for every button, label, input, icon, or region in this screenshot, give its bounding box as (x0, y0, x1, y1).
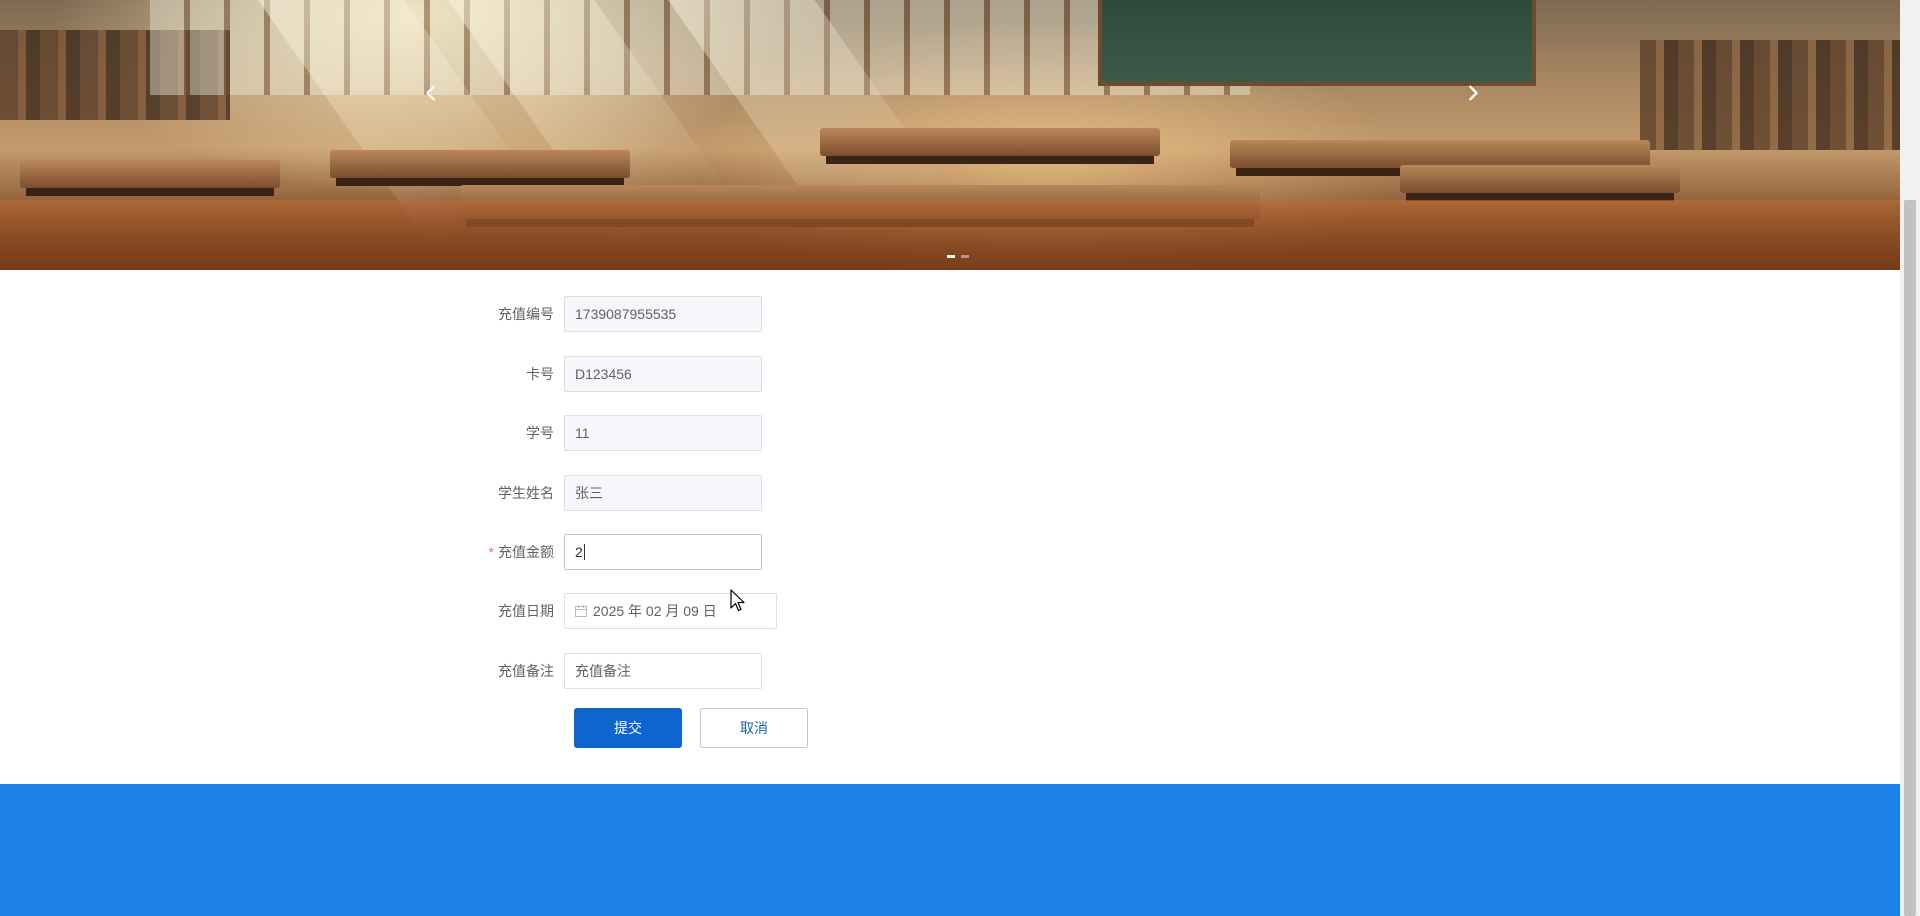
recharge-amount-input[interactable]: 2 (564, 534, 762, 570)
recharge-form: 充值编号 1739087955535 卡号 D123456 学号 11 学生姓名… (0, 270, 1900, 784)
page-footer (0, 784, 1900, 916)
cancel-button[interactable]: 取消 (700, 708, 808, 748)
card-number-input[interactable]: D123456 (564, 356, 762, 392)
mouse-cursor-icon (730, 589, 745, 612)
carousel-indicator-1[interactable] (947, 255, 955, 258)
card-number-label: 卡号 (526, 366, 554, 382)
carousel-prev-button[interactable] (416, 78, 446, 108)
form-row-recharge-amount: * 充值金额 2 (480, 534, 762, 570)
banner-desk (330, 150, 630, 178)
recharge-note-label: 充值备注 (498, 663, 554, 679)
card-number-value: D123456 (575, 366, 632, 382)
form-row-card-number: 卡号 D123456 (480, 356, 762, 392)
student-id-label: 学号 (526, 425, 554, 441)
submit-button[interactable]: 提交 (574, 708, 682, 748)
form-row-student-id: 学号 11 (480, 415, 762, 451)
recharge-date-value: 2025 年 02 月 09 日 (593, 603, 717, 619)
recharge-date-label: 充值日期 (498, 603, 554, 619)
recharge-note-input[interactable]: 充值备注 (564, 653, 762, 689)
banner-desk (20, 160, 280, 188)
recharge-amount-label-text: 充值金额 (498, 544, 554, 560)
form-row-recharge-id: 充值编号 1739087955535 (480, 296, 762, 332)
required-asterisk: * (488, 544, 494, 560)
banner-floor (0, 200, 1900, 270)
chevron-right-icon (1469, 85, 1478, 101)
student-name-label: 学生姓名 (498, 485, 554, 501)
chevron-left-icon (426, 85, 435, 101)
student-name-value: 张三 (575, 485, 603, 501)
recharge-id-input[interactable]: 1739087955535 (564, 296, 762, 332)
carousel-indicator-2[interactable] (961, 255, 969, 258)
carousel-next-button[interactable] (1458, 78, 1488, 108)
recharge-id-value: 1739087955535 (575, 306, 677, 322)
banner-desk (1400, 165, 1680, 193)
form-row-recharge-note: 充值备注 充值备注 (480, 653, 762, 689)
banner-image-shelf-right (1640, 40, 1900, 150)
banner-carousel (0, 0, 1900, 270)
form-row-student-name: 学生姓名 张三 (480, 475, 762, 511)
vertical-scrollbar[interactable] (1900, 0, 1920, 916)
student-id-input[interactable]: 11 (564, 415, 762, 451)
text-caret (583, 544, 585, 560)
student-id-value: 11 (575, 425, 590, 441)
student-name-input[interactable]: 张三 (564, 475, 762, 511)
banner-image-chalkboard (1098, 0, 1536, 86)
recharge-note-value: 充值备注 (575, 663, 631, 679)
banner-desk (820, 128, 1160, 156)
recharge-amount-value: 2 (575, 544, 583, 560)
scrollbar-thumb[interactable] (1904, 200, 1916, 916)
recharge-id-label: 充值编号 (498, 306, 554, 322)
calendar-icon (575, 605, 587, 617)
banner-desk (1230, 140, 1650, 168)
carousel-indicators (947, 255, 969, 258)
recharge-amount-label: * 充值金额 (480, 542, 564, 562)
